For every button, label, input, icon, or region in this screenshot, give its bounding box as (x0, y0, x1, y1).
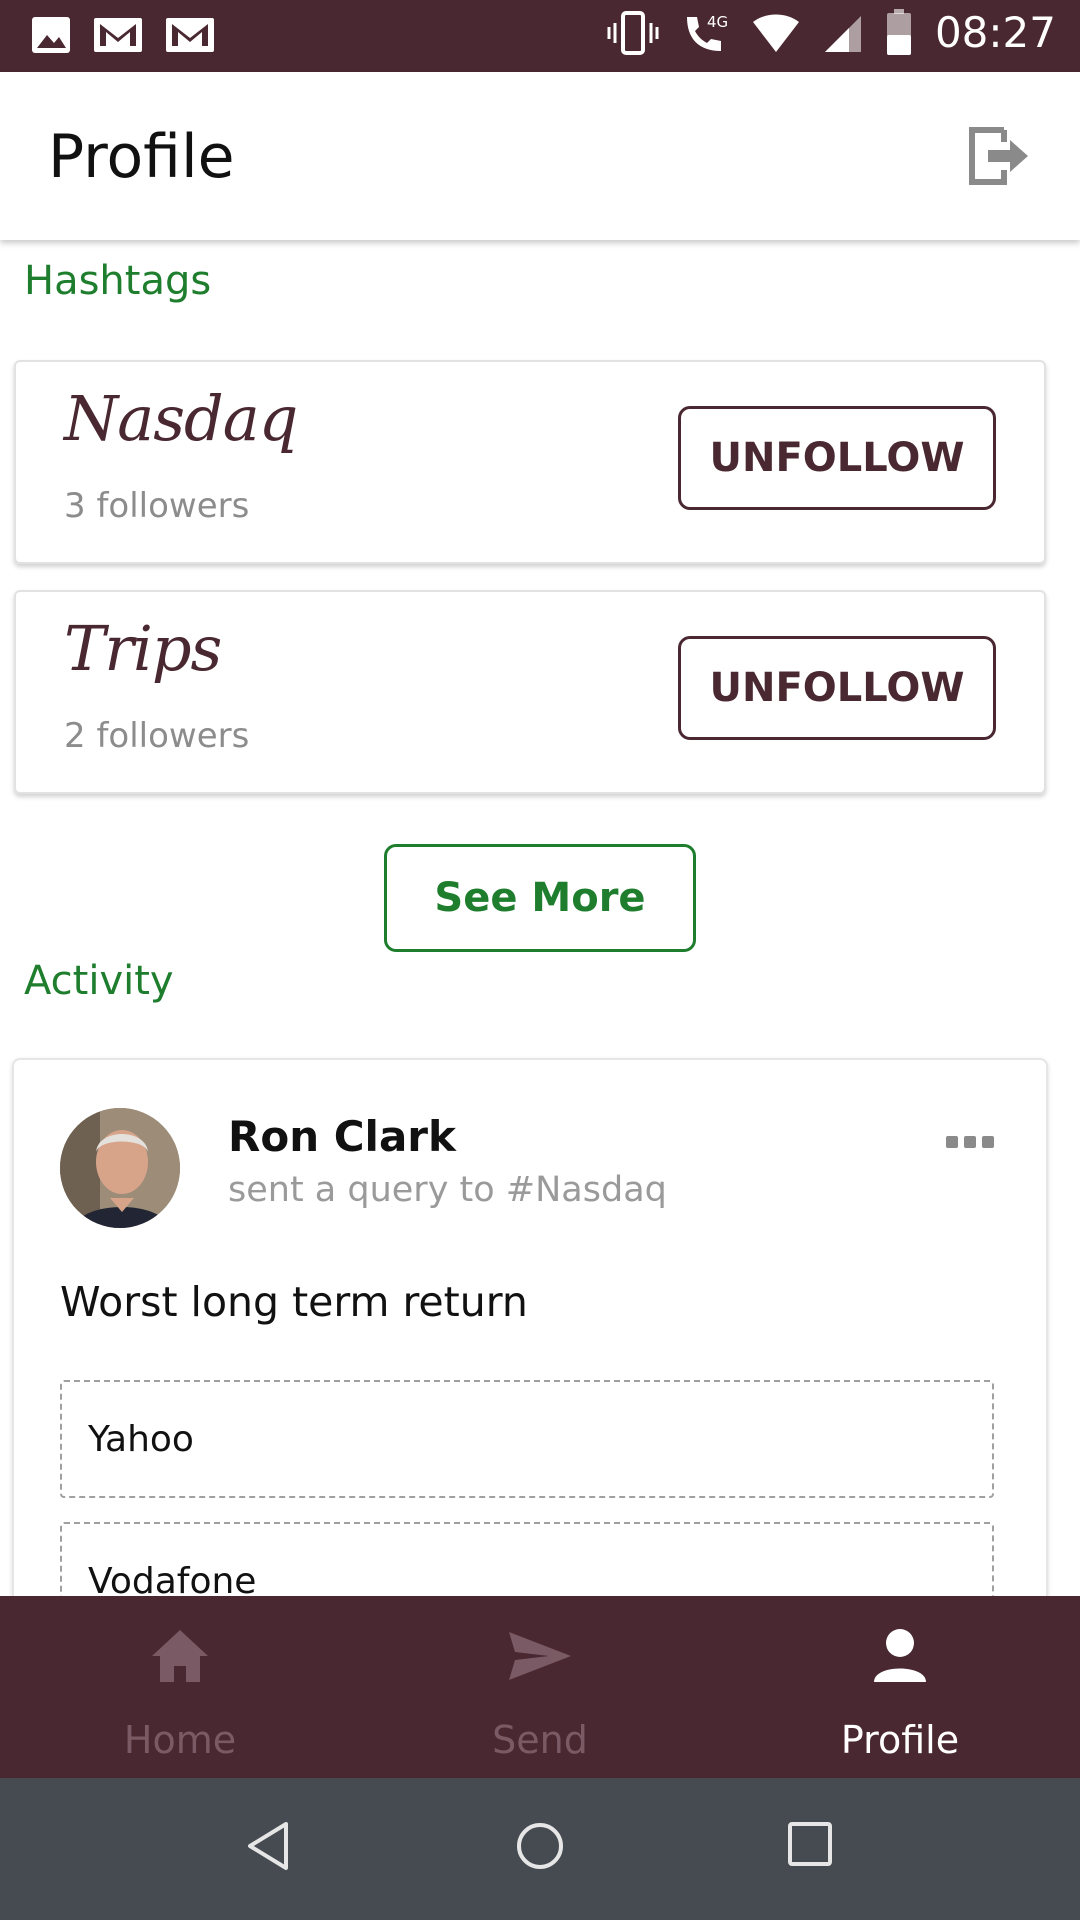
home-icon (148, 1626, 212, 1690)
app-bar: Profile (0, 72, 1080, 240)
nav-home[interactable]: Home (0, 1596, 360, 1778)
hashtag-followers: 2 followers (64, 716, 250, 756)
hashtag-card: Nasdaq 3 followers UNFOLLOW (14, 360, 1046, 564)
home-button-icon[interactable] (514, 1820, 566, 1876)
hashtag-name: Trips (64, 612, 222, 685)
nav-send[interactable]: Send (360, 1596, 720, 1778)
gmail-icon (92, 14, 144, 56)
hashtag-name: Nasdaq (64, 382, 298, 455)
signal-icon (823, 12, 863, 54)
system-nav-bar (0, 1778, 1080, 1920)
nav-home-label: Home (123, 1718, 237, 1762)
back-icon[interactable] (246, 1820, 290, 1876)
hashtag-card: Trips 2 followers UNFOLLOW (14, 590, 1046, 794)
unfollow-button[interactable]: UNFOLLOW (678, 406, 996, 510)
logout-icon[interactable] (966, 124, 1030, 188)
image-icon (30, 15, 72, 55)
see-more-button[interactable]: See More (384, 844, 696, 952)
wifi-icon (751, 12, 801, 54)
nav-send-label: Send (492, 1718, 588, 1762)
status-bar: 4G 08:27 (0, 0, 1080, 72)
svg-text:4G: 4G (707, 13, 728, 31)
recents-icon[interactable] (786, 1820, 834, 1872)
avatar[interactable] (60, 1108, 180, 1228)
send-icon (505, 1626, 575, 1690)
nav-profile-label: Profile (840, 1718, 960, 1762)
query-text: Worst long term return (60, 1278, 528, 1326)
activity-section-label: Activity (24, 958, 174, 1004)
gmail-icon (164, 14, 216, 56)
nav-profile[interactable]: Profile (720, 1596, 1080, 1778)
more-options-icon[interactable] (944, 1130, 996, 1154)
status-time: 08:27 (934, 8, 1056, 57)
battery-icon (885, 8, 913, 57)
vibrate-icon (607, 9, 659, 57)
page-title: Profile (48, 122, 235, 192)
hashtag-followers: 3 followers (64, 486, 250, 526)
person-icon (870, 1626, 930, 1690)
query-option[interactable]: Yahoo (60, 1380, 994, 1498)
hashtags-section-label: Hashtags (24, 258, 212, 304)
post-author[interactable]: Ron Clark (228, 1112, 456, 1161)
bottom-nav: Home Send Profile (0, 1596, 1080, 1778)
post-action: sent a query to #Nasdaq (228, 1170, 667, 1210)
wifi-call-icon: 4G (681, 9, 729, 57)
unfollow-button[interactable]: UNFOLLOW (678, 636, 996, 740)
